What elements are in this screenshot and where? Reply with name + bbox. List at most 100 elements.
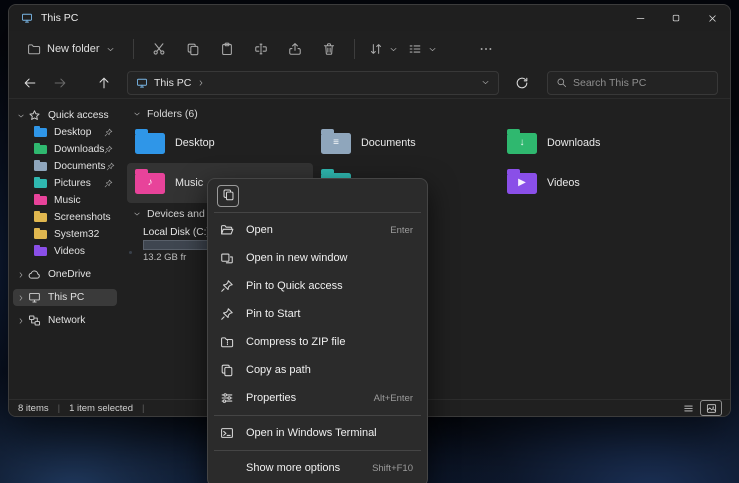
delete-icon <box>322 42 336 56</box>
menu-item-label: Show more options <box>246 462 340 474</box>
menu-item-open-in-new-window[interactable]: Open in new window <box>212 244 423 272</box>
folder-icon <box>135 133 165 154</box>
menu-item-open[interactable]: OpenEnter <box>212 216 423 244</box>
large-icons-view-button[interactable] <box>701 401 721 415</box>
chevron-down-icon <box>428 45 437 54</box>
desktop-wallpaper: This PC New folder <box>0 0 739 483</box>
menu-item-pin-to-quick-access[interactable]: Pin to Quick access <box>212 272 423 300</box>
sidebar-item-onedrive[interactable]: OneDrive <box>13 266 117 283</box>
see-more-button[interactable] <box>471 35 501 63</box>
titlebar[interactable]: This PC <box>9 5 730 31</box>
sidebar: Quick access DesktopDownloadsDocumentsPic… <box>9 99 121 399</box>
folders-section-header[interactable]: Folders (6) <box>127 105 730 123</box>
copy-button[interactable] <box>178 35 208 63</box>
terminal-icon <box>220 426 236 440</box>
maximize-button[interactable] <box>658 5 694 31</box>
menu-item-shortcut: Alt+Enter <box>374 393 413 404</box>
folder-name: Desktop <box>175 137 215 149</box>
navigation-bar: This PC <box>9 67 730 99</box>
sidebar-item-screenshots[interactable]: Screenshots <box>13 209 117 226</box>
sidebar-item-label: Quick access <box>48 110 109 121</box>
this-pc-icon <box>136 77 148 89</box>
pin-icon <box>104 179 113 188</box>
sidebar-item-pictures[interactable]: Pictures <box>13 175 117 192</box>
chevron-down-icon <box>106 45 115 54</box>
chevron-down-icon[interactable] <box>17 112 28 120</box>
folder-glyph: ↓ <box>520 138 525 148</box>
sidebar-item-label: This PC <box>48 292 84 303</box>
folder-name: Music <box>175 177 203 189</box>
new-folder-icon <box>27 42 41 56</box>
menu-separator <box>214 450 421 451</box>
sidebar-item-videos[interactable]: Videos <box>13 243 117 260</box>
folder-icon: ≡ <box>321 133 351 154</box>
sidebar-item-system32[interactable]: System32 <box>13 226 117 243</box>
menu-item-copy-as-path[interactable]: Copy as path <box>212 356 423 384</box>
context-menu-items: OpenEnterOpen in new windowPin to Quick … <box>212 216 423 482</box>
folder-open-icon <box>220 223 236 237</box>
search-icon <box>556 77 567 88</box>
chevron-right-icon[interactable] <box>197 79 205 87</box>
paste-button[interactable] <box>212 35 242 63</box>
sidebar-item-quick-access[interactable]: Quick access <box>13 107 117 124</box>
up-button[interactable] <box>91 70 117 96</box>
sidebar-item-label: System32 <box>54 229 99 240</box>
sort-icon <box>369 42 383 56</box>
minimize-button[interactable] <box>622 5 658 31</box>
view-button[interactable] <box>404 35 441 63</box>
chevron-right-icon[interactable] <box>17 271 28 279</box>
sidebar-item-network[interactable]: Network <box>13 312 117 329</box>
share-icon <box>288 42 302 56</box>
menu-item-show-more-options[interactable]: Show more optionsShift+F10 <box>212 454 423 482</box>
chevron-down-icon[interactable] <box>133 110 141 118</box>
details-view-button[interactable] <box>678 401 698 415</box>
menu-item-label: Open <box>246 224 273 236</box>
folder-icon <box>34 179 49 188</box>
chevron-down-icon[interactable] <box>133 210 141 218</box>
address-dropdown-icon[interactable] <box>481 78 490 87</box>
copy-button[interactable] <box>217 185 239 207</box>
forward-button[interactable] <box>47 70 73 96</box>
folder-icon <box>34 247 49 256</box>
folder-tile-desktop[interactable]: Desktop <box>127 123 313 163</box>
menu-item-compress-to-zip-file[interactable]: Compress to ZIP file <box>212 328 423 356</box>
folder-name: Documents <box>361 137 416 149</box>
sidebar-item-music[interactable]: Music <box>13 192 117 209</box>
chevron-right-icon[interactable] <box>17 317 28 325</box>
menu-item-label: Copy as path <box>246 364 311 376</box>
menu-item-properties[interactable]: PropertiesAlt+Enter <box>212 384 423 412</box>
folder-tile-downloads[interactable]: ↓Downloads <box>499 123 685 163</box>
delete-button[interactable] <box>314 35 344 63</box>
copy-icon <box>222 188 235 204</box>
refresh-button[interactable] <box>509 70 535 96</box>
menu-item-pin-to-start[interactable]: Pin to Start <box>212 300 423 328</box>
search-box[interactable] <box>547 71 718 95</box>
folder-tile-documents[interactable]: ≡ Documents <box>313 123 499 163</box>
new-folder-button[interactable]: New folder <box>19 35 123 63</box>
share-button[interactable] <box>280 35 310 63</box>
chevron-right-icon[interactable] <box>17 294 28 302</box>
toolbar-actions <box>144 35 344 63</box>
folder-icon <box>34 128 49 137</box>
folder-glyph: ≡ <box>333 138 339 148</box>
chevron-down-icon <box>389 45 398 54</box>
breadcrumb[interactable]: This PC <box>154 77 191 89</box>
rename-button[interactable] <box>246 35 276 63</box>
menu-item-label: Compress to ZIP file <box>246 336 345 348</box>
folder-icon: ▶ <box>507 173 537 194</box>
view-icon <box>408 42 422 56</box>
address-bar[interactable]: This PC <box>127 71 499 95</box>
back-button[interactable] <box>17 70 43 96</box>
close-button[interactable] <box>694 5 730 31</box>
folder-tile-videos[interactable]: ▶Videos <box>499 163 685 203</box>
paste-icon <box>220 42 234 56</box>
folder-icon <box>34 230 49 239</box>
search-input[interactable] <box>573 77 709 89</box>
menu-item-open-in-windows-terminal[interactable]: Open in Windows Terminal <box>212 419 423 447</box>
sidebar-item-documents[interactable]: Documents <box>13 158 117 175</box>
sidebar-item-downloads[interactable]: Downloads <box>13 141 117 158</box>
sort-button[interactable] <box>365 35 402 63</box>
sidebar-item-desktop[interactable]: Desktop <box>13 124 117 141</box>
cut-button[interactable] <box>144 35 174 63</box>
sidebar-item-this-pc[interactable]: This PC <box>13 289 117 306</box>
